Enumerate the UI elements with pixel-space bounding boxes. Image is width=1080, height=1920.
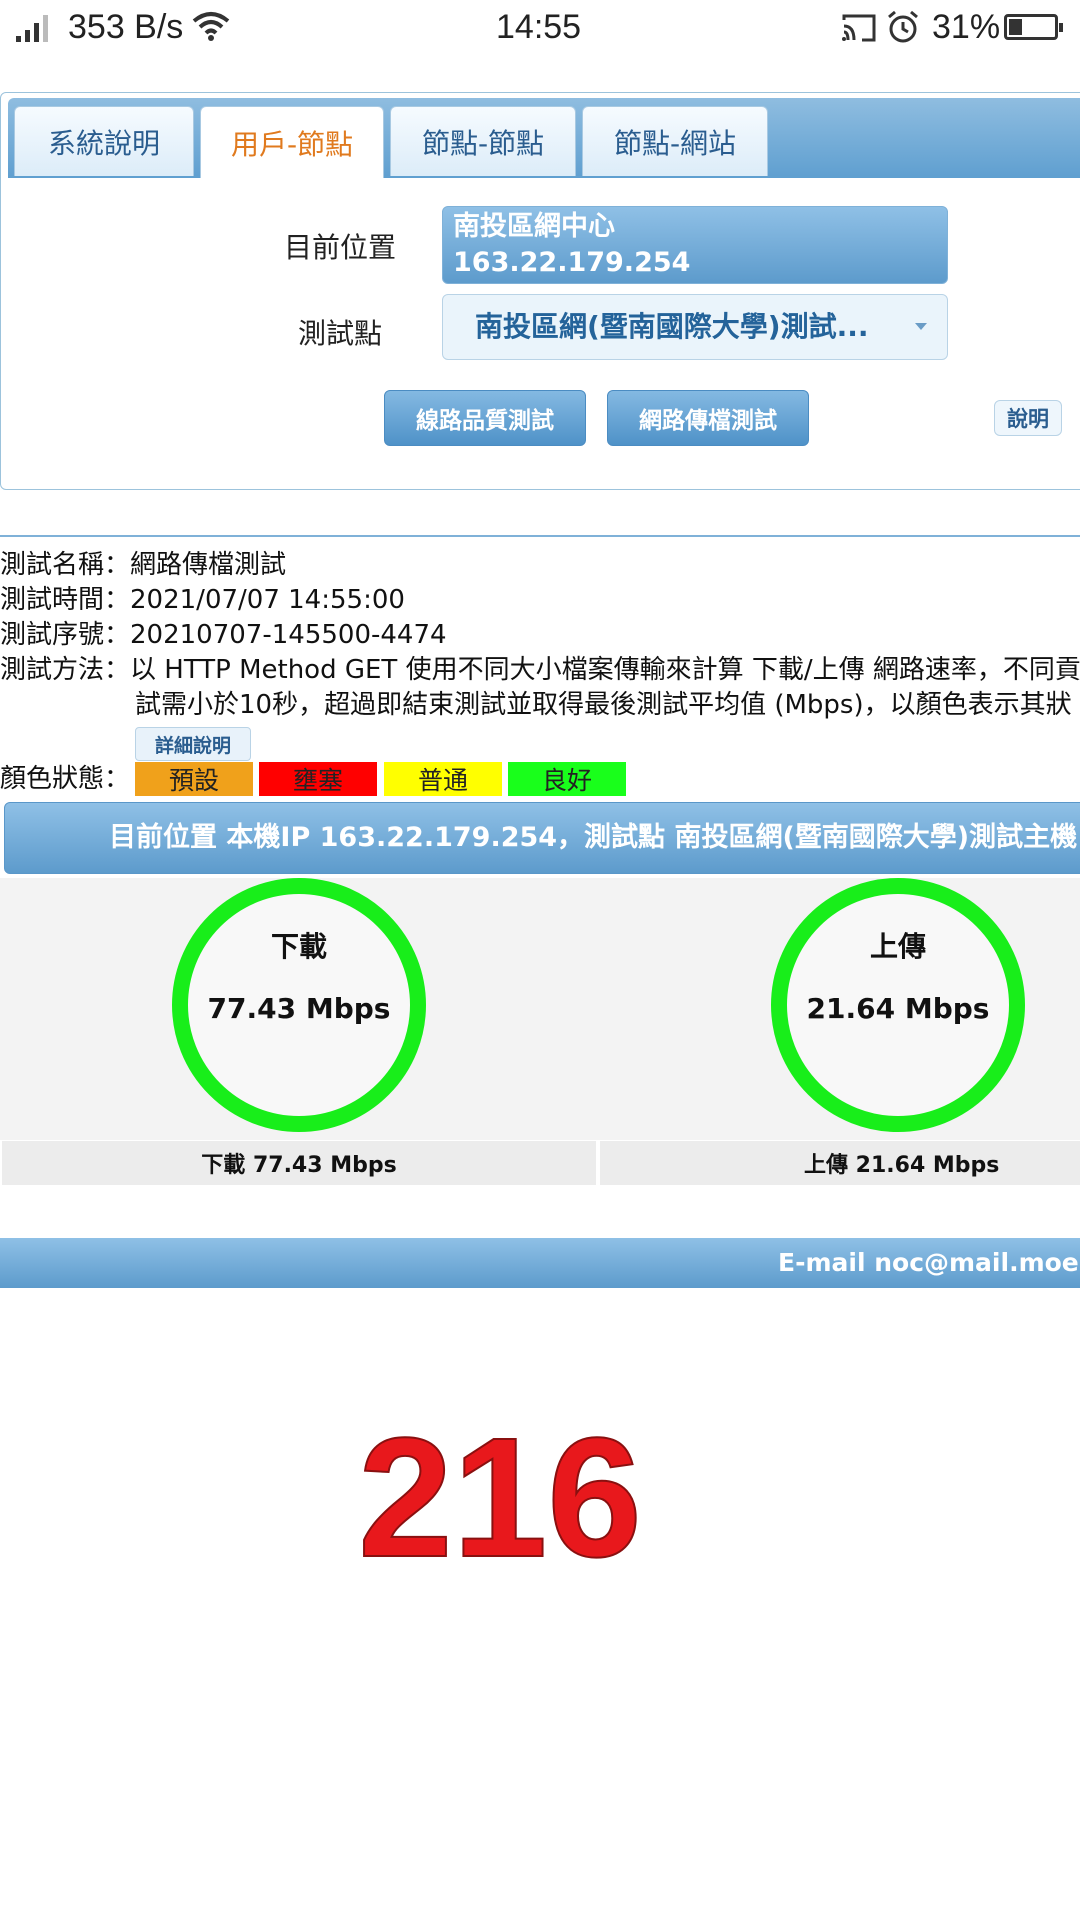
test-method-row: 測試方法：以 HTTP Method GET 使用不同大小檔案傳輸來計算 下載/…	[0, 653, 1080, 687]
download-caption: 下載 77.43 Mbps	[2, 1141, 596, 1185]
tab-node-node[interactable]: 節點-節點	[390, 106, 576, 176]
location-label: 目前位置	[284, 231, 397, 264]
battery-icon	[1004, 14, 1063, 40]
testpoint-value: 南投區網(暨南國際大學)測試...	[475, 310, 869, 343]
gauge-area: 下載 77.43 Mbps 上傳 21.64 Mbps	[0, 878, 1080, 1140]
legend-congested: 壅塞	[259, 762, 377, 796]
divider	[0, 535, 1080, 537]
test-serial-value: 20210707-145500-4474	[130, 620, 447, 650]
test-time-value: 2021/07/07 14:55:00	[130, 585, 405, 615]
test-name-value: 網路傳檔測試	[130, 550, 287, 580]
cast-icon	[842, 14, 876, 42]
location-ip: 163.22.179.254	[453, 247, 691, 278]
wifi-icon	[192, 12, 230, 41]
download-title: 下載	[270, 930, 327, 963]
tab-node-website[interactable]: 節點-網站	[582, 106, 768, 176]
battery-percent: 31%	[932, 8, 1001, 46]
overlay-number: 216	[357, 1402, 643, 1594]
testpoint-select[interactable]: 南投區網(暨南國際大學)測試...	[442, 294, 948, 360]
detail-button[interactable]: 詳細說明	[135, 727, 251, 761]
legend-good: 良好	[508, 762, 626, 796]
test-time-label: 測試時間：	[0, 585, 131, 615]
footer-email[interactable]: E-mail noc@mail.moe.gov.tw	[778, 1248, 1080, 1277]
location-name: 南投區網中心	[453, 211, 615, 242]
test-name-row: 測試名稱：網路傳檔測試	[0, 548, 286, 582]
legend-default: 預設	[135, 762, 253, 796]
alarm-icon	[888, 10, 918, 43]
upload-value: 21.64 Mbps	[806, 992, 990, 1025]
location-display: 南投區網中心 163.22.179.254	[442, 206, 948, 284]
test-serial-label: 測試序號：	[0, 620, 131, 650]
test-method-line2: 試需小於10秒，超過即結束測試並取得最後測試平均值 (Mbps)，以顏色表示其狀	[135, 690, 1072, 720]
tab-system-info[interactable]: 系統說明	[14, 106, 194, 176]
upload-caption: 上傳 21.64 Mbps	[600, 1141, 1080, 1185]
legend-normal: 普通	[384, 762, 502, 796]
test-time-row: 測試時間：2021/07/07 14:55:00	[0, 583, 405, 617]
file-transfer-test-button[interactable]: 網路傳檔測試	[607, 390, 809, 446]
clock: 14:55	[496, 8, 582, 46]
test-method-label: 測試方法：	[0, 655, 131, 685]
test-serial-row: 測試序號：20210707-145500-4474	[0, 618, 447, 652]
line-quality-test-button[interactable]: 線路品質測試	[384, 390, 586, 446]
download-value: 77.43 Mbps	[207, 992, 391, 1025]
footer-bar: E-mail noc@mail.moe.gov.tw	[0, 1238, 1080, 1288]
test-name-label: 測試名稱：	[0, 550, 131, 580]
result-banner: 目前位置 本機IP 163.22.179.254，測試點 南投區網(暨南國際大學…	[4, 802, 1080, 874]
help-button[interactable]: 說明	[994, 400, 1062, 436]
test-method-line1: 以 HTTP Method GET 使用不同大小檔案傳輸來計算 下載/上傳 網路…	[130, 655, 1080, 685]
signal-icon	[16, 14, 56, 42]
upload-title: 上傳	[869, 930, 926, 963]
testpoint-label: 測試點	[298, 317, 383, 350]
status-bar: 353 B/s 14:55 31%	[0, 0, 1080, 60]
tab-user-node[interactable]: 用戶-節點	[200, 106, 384, 178]
network-speed: 353 B/s	[68, 8, 184, 46]
color-status-label: 顏色狀態：	[0, 764, 131, 794]
chevron-down-icon	[915, 323, 927, 330]
